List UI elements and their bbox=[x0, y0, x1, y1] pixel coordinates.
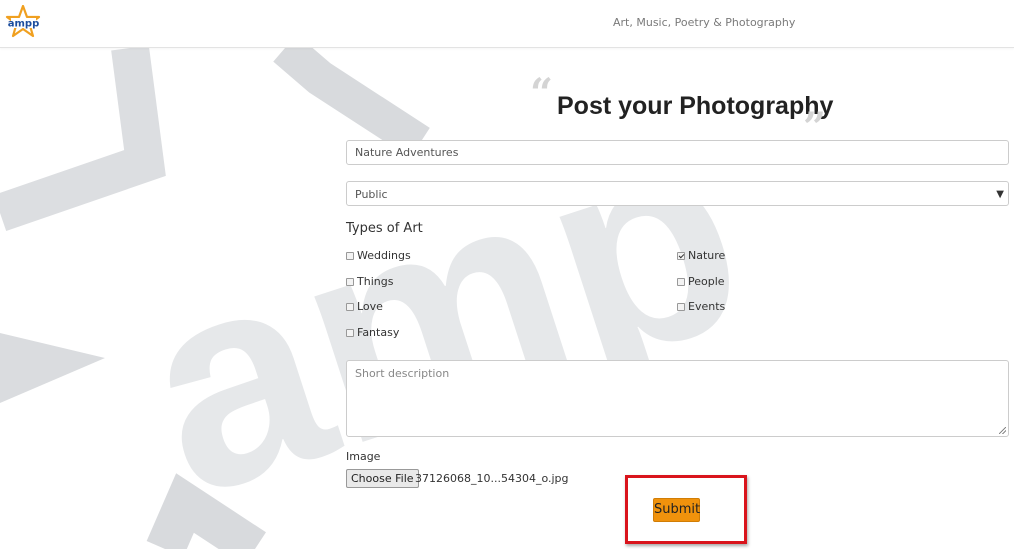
checkbox-icon[interactable] bbox=[677, 277, 685, 286]
resize-grip-icon[interactable] bbox=[999, 427, 1006, 434]
header-bar: ampp Art, Music, Poetry & Photography bbox=[0, 0, 1014, 48]
checkbox-label: Love bbox=[357, 300, 383, 313]
checkbox-nature[interactable]: Nature bbox=[677, 249, 725, 262]
checkbox-fantasy[interactable]: Fantasy bbox=[346, 326, 399, 339]
selected-file-name: 37126068_10...54304_o.jpg bbox=[415, 472, 569, 485]
visibility-selected-value: Public bbox=[355, 188, 388, 201]
checkbox-label: Events bbox=[688, 300, 726, 313]
page-title: Post your Photography bbox=[557, 92, 834, 120]
title-block: “ Post your Photography ” bbox=[530, 70, 834, 151]
checkbox-label: Things bbox=[357, 275, 394, 288]
checkbox-icon[interactable] bbox=[346, 328, 354, 337]
checkbox-label: Fantasy bbox=[357, 326, 400, 339]
visibility-select[interactable]: Public ▼ bbox=[346, 181, 1009, 206]
choose-file-button[interactable]: Choose File bbox=[346, 469, 419, 488]
checkbox-icon[interactable] bbox=[677, 251, 685, 260]
title-input[interactable]: Nature Adventures bbox=[346, 140, 1009, 165]
checkbox-things[interactable]: Things bbox=[346, 275, 393, 288]
checkbox-label: People bbox=[688, 275, 725, 288]
open-quote-icon: “ bbox=[530, 70, 554, 117]
checkbox-icon[interactable] bbox=[677, 302, 685, 311]
checkbox-icon[interactable] bbox=[346, 277, 354, 286]
site-tagline: Art, Music, Poetry & Photography bbox=[613, 16, 796, 29]
checkbox-love[interactable]: Love bbox=[346, 300, 383, 313]
description-textarea[interactable]: Short description bbox=[346, 360, 1009, 437]
types-of-art-label: Types of Art bbox=[346, 221, 423, 236]
submit-button[interactable]: Submit bbox=[653, 498, 700, 522]
description-placeholder: Short description bbox=[355, 367, 450, 380]
logo-text: ampp bbox=[8, 19, 39, 30]
checkbox-people[interactable]: People bbox=[677, 275, 725, 288]
checkbox-events[interactable]: Events bbox=[677, 300, 725, 313]
image-label: Image bbox=[346, 450, 381, 463]
checkbox-label: Weddings bbox=[357, 249, 411, 262]
ampp-logo-icon[interactable]: ampp bbox=[4, 5, 42, 41]
select-arrow-icon: ▼ bbox=[996, 189, 1004, 200]
checkbox-icon[interactable] bbox=[346, 302, 354, 311]
checkbox-icon[interactable] bbox=[346, 251, 354, 260]
checkbox-weddings[interactable]: Weddings bbox=[346, 249, 411, 262]
checkbox-label: Nature bbox=[688, 249, 726, 262]
post-photography-form: “ Post your Photography ” Nature Adventu… bbox=[0, 48, 1014, 549]
